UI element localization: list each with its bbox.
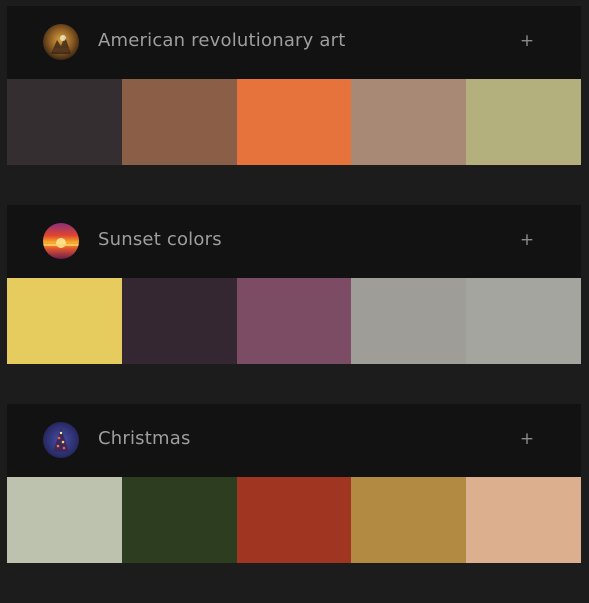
swatch-row bbox=[7, 278, 581, 364]
color-swatch[interactable] bbox=[122, 278, 237, 364]
palette-thumbnail[interactable] bbox=[43, 223, 79, 259]
palette-title: Christmas bbox=[98, 428, 191, 449]
color-swatch[interactable] bbox=[237, 477, 351, 563]
add-palette-button[interactable]: + bbox=[515, 26, 539, 56]
color-swatch[interactable] bbox=[237, 278, 351, 364]
color-swatch[interactable] bbox=[7, 278, 122, 364]
color-swatch[interactable] bbox=[466, 477, 581, 563]
color-swatch[interactable] bbox=[466, 278, 581, 364]
color-swatch[interactable] bbox=[351, 477, 466, 563]
palette-title: American revolutionary art bbox=[98, 30, 346, 51]
painting-thumbnail-icon bbox=[43, 24, 79, 60]
palette-title: Sunset colors bbox=[98, 229, 222, 250]
add-palette-button[interactable]: + bbox=[515, 424, 539, 454]
palette-card-sunset-colors: Sunset colors + bbox=[7, 205, 581, 364]
palette-header: Christmas + bbox=[7, 404, 581, 477]
color-swatch[interactable] bbox=[466, 79, 581, 165]
palette-card-american-revolutionary-art: American revolutionary art + bbox=[7, 6, 581, 165]
swatch-row bbox=[7, 477, 581, 563]
palette-list: American revolutionary art + Sunset colo… bbox=[7, 6, 581, 603]
palette-header: American revolutionary art + bbox=[7, 6, 581, 79]
christmas-tree-thumbnail-icon bbox=[43, 422, 79, 458]
color-swatch[interactable] bbox=[7, 79, 122, 165]
color-swatch[interactable] bbox=[122, 79, 237, 165]
palette-header: Sunset colors + bbox=[7, 205, 581, 278]
palette-thumbnail[interactable] bbox=[43, 422, 79, 458]
color-swatch[interactable] bbox=[7, 477, 122, 563]
palette-thumbnail[interactable] bbox=[43, 24, 79, 60]
color-swatch[interactable] bbox=[351, 79, 466, 165]
color-swatch[interactable] bbox=[237, 79, 351, 165]
swatch-row bbox=[7, 79, 581, 165]
add-palette-button[interactable]: + bbox=[515, 225, 539, 255]
color-swatch[interactable] bbox=[351, 278, 466, 364]
sunset-thumbnail-icon bbox=[43, 223, 79, 259]
palette-card-christmas: Christmas + bbox=[7, 404, 581, 563]
color-swatch[interactable] bbox=[122, 477, 237, 563]
